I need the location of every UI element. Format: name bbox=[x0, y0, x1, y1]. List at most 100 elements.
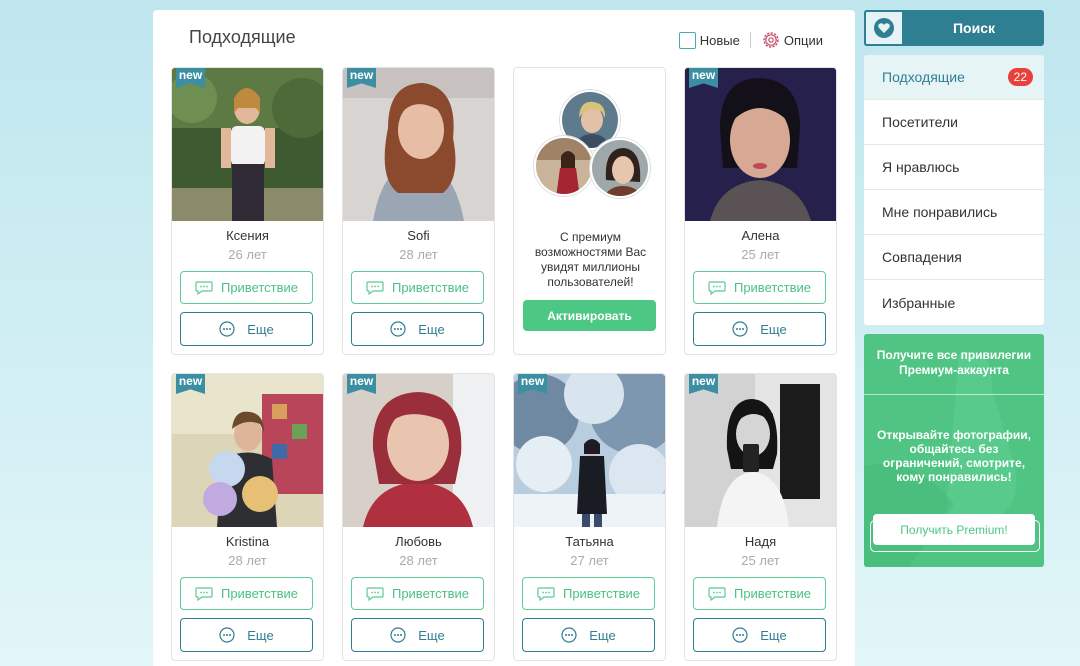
more-dots-icon bbox=[561, 627, 577, 643]
more-dots-icon bbox=[732, 627, 748, 643]
count-badge: 22 bbox=[1007, 68, 1033, 86]
greeting-label: Приветствие bbox=[733, 280, 812, 295]
chat-bubble-icon bbox=[537, 586, 555, 601]
sidebar-item-liked-me[interactable]: Я нравлюсь bbox=[864, 145, 1044, 190]
profile-card: new Любовь 28 лет Приветствие Еще bbox=[342, 373, 495, 661]
more-label: Еще bbox=[760, 627, 787, 643]
greeting-label: Приветствие bbox=[391, 280, 470, 295]
greeting-button[interactable]: Приветствие bbox=[522, 577, 655, 610]
more-button[interactable]: Еще bbox=[351, 312, 484, 346]
profile-card: new Татьяна 27 лет Приветствие Еще bbox=[513, 373, 666, 661]
profile-age: 25 лет bbox=[741, 247, 780, 262]
sidebar-item-i-liked[interactable]: Мне понравились bbox=[864, 190, 1044, 235]
profile-card: new Kristina 28 лет Приветствие Еще bbox=[171, 373, 324, 661]
promo-text: С премиум возможностями Вас увидят милли… bbox=[534, 230, 647, 289]
profile-card: new Ксения 26 лет Приветствие Еще bbox=[171, 67, 324, 355]
more-label: Еще bbox=[760, 321, 787, 337]
profile-photo[interactable] bbox=[172, 374, 323, 527]
greeting-button[interactable]: Приветствие bbox=[693, 271, 826, 304]
new-filter[interactable]: Новые bbox=[678, 31, 740, 49]
profile-name[interactable]: Ксения bbox=[172, 228, 323, 243]
sidebar-item-favorites[interactable]: Избранные bbox=[864, 280, 1044, 325]
profile-name[interactable]: Надя bbox=[685, 534, 836, 549]
more-button[interactable]: Еще bbox=[693, 312, 826, 346]
more-dots-icon bbox=[390, 321, 406, 337]
premium-promo-card: С премиум возможностями Вас увидят милли… bbox=[513, 67, 666, 355]
profile-name[interactable]: Любовь bbox=[343, 534, 494, 549]
more-button[interactable]: Еще bbox=[522, 618, 655, 652]
profile-photo[interactable] bbox=[343, 374, 494, 527]
sidebar-item-label: Посетители bbox=[882, 114, 958, 130]
gear-icon bbox=[763, 32, 779, 48]
more-button[interactable]: Еще bbox=[693, 618, 826, 652]
profile-name[interactable]: Sofi bbox=[343, 228, 494, 243]
search-button[interactable]: Поиск bbox=[904, 10, 1044, 46]
options-button[interactable]: Опции bbox=[761, 30, 823, 50]
greeting-label: Приветствие bbox=[220, 586, 299, 601]
sidebar-item-label: Я нравлюсь bbox=[882, 159, 960, 175]
profile-photo[interactable] bbox=[343, 68, 494, 221]
activate-button[interactable]: Активировать bbox=[523, 300, 656, 331]
profile-age: 26 лет bbox=[228, 247, 267, 262]
profile-age: 25 лет bbox=[741, 553, 780, 568]
chat-bubble-icon bbox=[708, 280, 726, 295]
more-button[interactable]: Еще bbox=[180, 618, 313, 652]
more-label: Еще bbox=[589, 627, 616, 643]
profile-card: new Sofi 28 лет Приветствие Еще bbox=[342, 67, 495, 355]
page-title: Подходящие bbox=[189, 27, 296, 47]
chat-bubble-icon bbox=[195, 586, 213, 601]
sidebar-item-matches[interactable]: Подходящие 22 bbox=[864, 55, 1044, 100]
new-filter-label: Новые bbox=[699, 32, 740, 48]
more-dots-icon bbox=[390, 627, 406, 643]
new-checkbox[interactable] bbox=[678, 31, 696, 49]
greeting-button[interactable]: Приветствие bbox=[693, 577, 826, 610]
chat-bubble-icon bbox=[366, 586, 384, 601]
sidebar-item-label: Избранные bbox=[882, 294, 956, 311]
sidebar-item-label: Мне понравились bbox=[882, 204, 998, 220]
more-dots-icon bbox=[219, 321, 235, 337]
greeting-label: Приветствие bbox=[562, 586, 641, 601]
profile-card: new Алена 25 лет Приветствие Еще bbox=[684, 67, 837, 355]
options-divider bbox=[749, 32, 751, 48]
sidebar-item-visitors[interactable]: Посетители bbox=[864, 100, 1044, 145]
profile-photo[interactable] bbox=[172, 68, 323, 221]
profile-photo[interactable] bbox=[514, 374, 665, 527]
profile-age: 28 лет bbox=[399, 247, 438, 262]
promo-avatar bbox=[590, 138, 650, 198]
promo-avatar bbox=[534, 136, 594, 196]
greeting-button[interactable]: Приветствие bbox=[180, 271, 313, 304]
profile-age: 28 лет bbox=[228, 553, 267, 568]
profile-name[interactable]: Kristina bbox=[172, 534, 323, 549]
profile-photo[interactable] bbox=[685, 68, 836, 221]
sidebar-item-mutual[interactable]: Совпадения bbox=[864, 235, 1044, 280]
greeting-label: Приветствие bbox=[220, 280, 299, 295]
sidebar: Поиск Подходящие 22 Посетители Я нравлюс… bbox=[864, 10, 1044, 567]
more-label: Еще bbox=[247, 321, 274, 337]
profile-age: 27 лет bbox=[570, 553, 609, 568]
chat-bubble-icon bbox=[195, 280, 213, 295]
more-label: Еще bbox=[418, 321, 445, 337]
more-dots-icon bbox=[219, 627, 235, 643]
sidebar-item-label: Подходящие bbox=[882, 69, 965, 85]
heart-logo[interactable] bbox=[864, 10, 904, 46]
greeting-label: Приветствие bbox=[391, 586, 470, 601]
greeting-button[interactable]: Приветствие bbox=[351, 271, 484, 304]
more-dots-icon bbox=[732, 321, 748, 337]
get-premium-button[interactable]: Получить Premium! bbox=[873, 514, 1035, 545]
greeting-button[interactable]: Приветствие bbox=[351, 577, 484, 610]
more-button[interactable]: Еще bbox=[351, 618, 484, 652]
sidebar-menu: Подходящие 22 Посетители Я нравлюсь Мне … bbox=[864, 55, 1044, 325]
heart-icon bbox=[874, 18, 894, 38]
profile-card: new Надя 25 лет Приветствие Еще bbox=[684, 373, 837, 661]
list-options: Новые Опции bbox=[678, 30, 823, 50]
profile-photo[interactable] bbox=[685, 374, 836, 527]
more-button[interactable]: Еще bbox=[180, 312, 313, 346]
profile-name[interactable]: Алена bbox=[685, 228, 836, 243]
search-bar[interactable]: Поиск bbox=[864, 10, 1044, 46]
more-label: Еще bbox=[247, 627, 274, 643]
options-label: Опции bbox=[783, 32, 823, 48]
premium-divider bbox=[864, 394, 1044, 395]
promo-photos bbox=[532, 88, 652, 200]
profile-name[interactable]: Татьяна bbox=[514, 534, 665, 549]
greeting-button[interactable]: Приветствие bbox=[180, 577, 313, 610]
